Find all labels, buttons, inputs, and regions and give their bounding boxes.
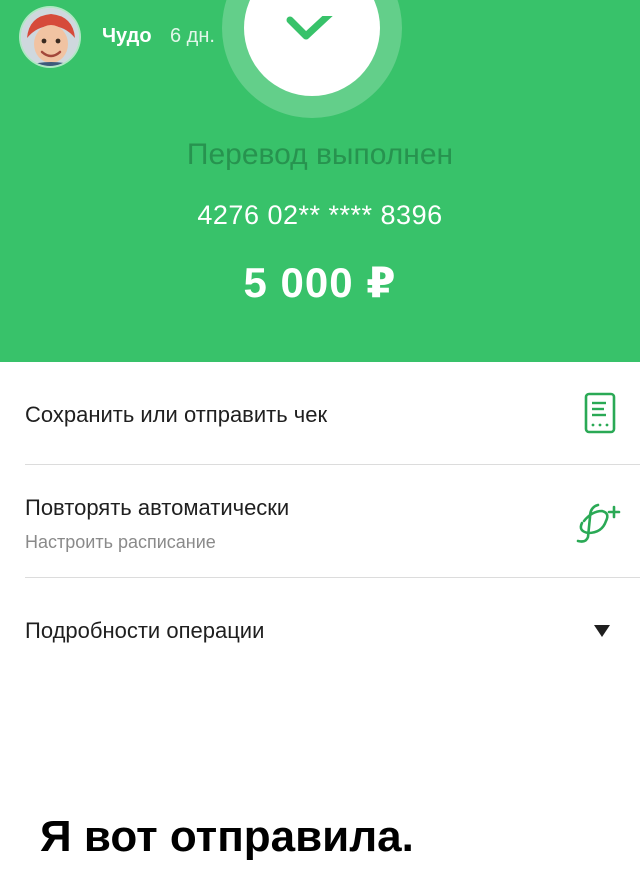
- child-avatar-icon: [21, 8, 79, 66]
- story-username[interactable]: Чудо: [102, 25, 152, 48]
- receipt-icon[interactable]: [584, 392, 616, 434]
- card-number: 4276 02** **** 8396: [197, 200, 443, 230]
- operation-details-label: Подробности операции: [25, 618, 265, 643]
- save-receipt-row[interactable]: Сохранить или отправить чек: [0, 362, 640, 464]
- transfer-header: Чудо 6 дн. Перевод выполнен 4276 02** **…: [0, 0, 640, 362]
- repeat-automatically-label: Повторять автоматически: [25, 495, 290, 520]
- story-header: Чудо 6 дн.: [0, 0, 640, 78]
- chevron-down-icon[interactable]: [594, 625, 610, 637]
- story-time: 6 дн.: [170, 25, 215, 47]
- operation-details-row[interactable]: Подробности операции: [0, 578, 640, 682]
- repeat-automatically-row[interactable]: Повторять автоматически Настроить распис…: [0, 465, 640, 577]
- story-caption: Я вот отправила.: [40, 812, 414, 861]
- autopay-icon[interactable]: [576, 503, 624, 543]
- transfer-status: Перевод выполнен: [186, 138, 454, 171]
- save-receipt-label: Сохранить или отправить чек: [25, 402, 328, 427]
- avatar[interactable]: [21, 8, 79, 66]
- transfer-amount: 5 000 ₽: [243, 259, 397, 306]
- schedule-subtitle: Настроить расписание: [25, 532, 216, 552]
